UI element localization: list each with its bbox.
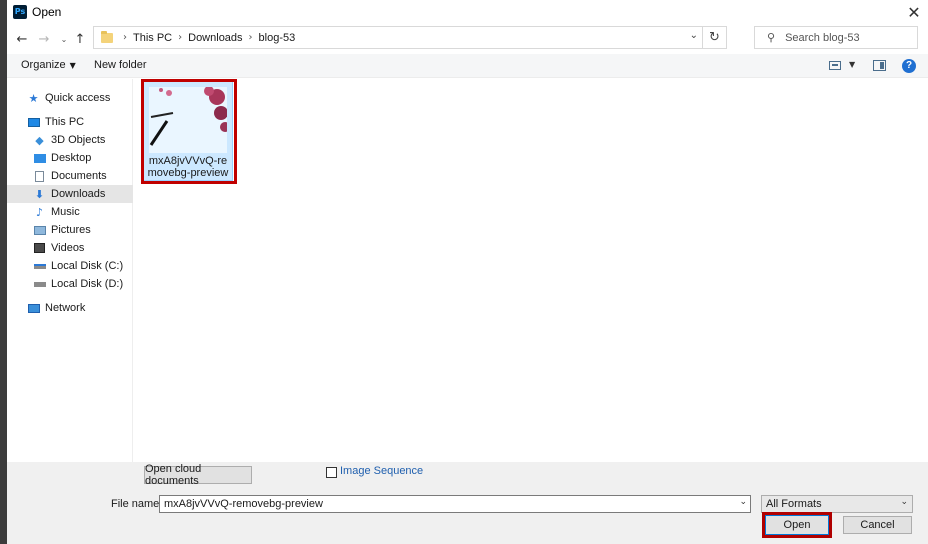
caret-down-icon: ▼ [69, 61, 76, 70]
sidebar-item-downloads[interactable]: ⬇ Downloads [7, 185, 133, 203]
window-title: Open [32, 5, 62, 19]
sidebar-item-label: Music [51, 206, 80, 218]
file-name-field[interactable]: mxA8jvVVvQ-removebg-preview ⌄ [159, 495, 751, 513]
chevron-right-icon[interactable]: › [249, 32, 253, 43]
sidebar-item-label: Desktop [51, 152, 92, 164]
video-icon [33, 242, 46, 254]
sidebar-item-label: Network [45, 302, 86, 314]
photoshop-logo-icon: Ps [13, 5, 27, 19]
music-icon: ♪ [35, 205, 44, 219]
highlight-annotation [141, 79, 237, 184]
navigation-pane: ★ Quick access This PC ◆ 3D Objects Desk… [7, 79, 133, 462]
command-bar: Organize ▼ New folder ▼ ? [7, 54, 928, 78]
sidebar-item-this-pc[interactable]: This PC [7, 113, 133, 131]
sidebar-item-label: Local Disk (C:) [51, 260, 124, 272]
breadcrumb-blog-53[interactable]: blog-53 [259, 32, 296, 44]
preview-pane-icon[interactable] [873, 60, 886, 71]
file-name-value: mxA8jvVVvQ-removebg-preview [164, 498, 323, 510]
sidebar-item-documents[interactable]: Documents [7, 167, 133, 185]
chevron-right-icon[interactable]: › [123, 32, 127, 43]
sidebar-item-label: Pictures [51, 224, 91, 236]
file-list-view[interactable]: mxA8jvVVvQ-re movebg-preview [134, 79, 928, 462]
drive-icon [33, 278, 46, 290]
file-type-select[interactable]: All Formats ⌄ [761, 495, 913, 513]
cube-icon: ◆ [35, 133, 44, 147]
sidebar-item-label: 3D Objects [51, 134, 106, 146]
picture-icon [33, 224, 46, 236]
highlight-annotation [762, 512, 832, 538]
forward-arrow-icon[interactable]: → [37, 30, 51, 48]
sidebar-item-music[interactable]: ♪ Music [7, 203, 133, 221]
dialog-footer: Open cloud documents Image Sequence File… [7, 462, 928, 544]
caret-down-icon[interactable]: ▼ [849, 60, 855, 69]
star-icon: ★ [28, 91, 39, 105]
sidebar-item-desktop[interactable]: Desktop [7, 149, 133, 167]
sidebar-item-label: This PC [45, 116, 85, 128]
search-box[interactable]: ⚲ [754, 26, 918, 49]
sidebar-item-pictures[interactable]: Pictures [7, 221, 133, 239]
sidebar-item-label: Local Disk (D:) [51, 278, 124, 290]
sidebar-item-label: Quick access [45, 92, 111, 104]
close-button[interactable]: ✕ [900, 0, 928, 24]
address-bar[interactable]: › This PC › Downloads › blog-53 ⌄ ↻ [93, 26, 727, 49]
up-arrow-icon[interactable]: ↑ [73, 30, 87, 48]
refresh-icon[interactable]: ↻ [702, 27, 726, 48]
computer-icon [27, 116, 40, 128]
breadcrumb-downloads[interactable]: Downloads [188, 32, 242, 44]
breadcrumb-this-pc[interactable]: This PC [133, 32, 172, 44]
search-input[interactable] [785, 31, 906, 44]
sidebar-item-label: Downloads [51, 188, 106, 200]
recent-locations-chevron-icon[interactable]: ⌄ [59, 30, 69, 48]
open-dialog: Ps Open ✕ ← → ⌄ ↑ › This PC › Downloads … [7, 0, 928, 544]
chevron-down-icon[interactable]: ⌄ [900, 497, 908, 507]
sidebar-item-local-disk-c[interactable]: Local Disk (C:) [7, 257, 133, 275]
file-type-value: All Formats [766, 498, 822, 510]
sidebar-item-label: Documents [51, 170, 107, 182]
sidebar-item-label: Videos [51, 242, 85, 254]
network-icon [27, 302, 40, 314]
chevron-down-icon[interactable]: ⌄ [739, 497, 747, 507]
sidebar-item-3d-objects[interactable]: ◆ 3D Objects [7, 131, 133, 149]
image-sequence-label[interactable]: Image Sequence [340, 465, 423, 477]
chevron-right-icon[interactable]: › [178, 32, 182, 43]
folder-icon [101, 30, 113, 43]
help-icon[interactable]: ? [902, 59, 916, 73]
back-arrow-icon[interactable]: ← [15, 30, 29, 48]
drive-icon [33, 260, 46, 272]
background-window-edge [0, 0, 7, 544]
file-name-field-label: File name: [111, 498, 163, 510]
sidebar-item-videos[interactable]: Videos [7, 239, 133, 257]
chevron-down-icon[interactable]: ⌄ [690, 30, 698, 41]
title-bar: Ps Open ✕ [7, 0, 928, 24]
sidebar-item-local-disk-d[interactable]: Local Disk (D:) [7, 275, 133, 293]
organize-button[interactable]: Organize ▼ [21, 59, 76, 71]
open-cloud-documents-button[interactable]: Open cloud documents [144, 463, 252, 487]
search-icon: ⚲ [767, 31, 776, 44]
sidebar-item-quick-access[interactable]: ★ Quick access [7, 89, 133, 107]
download-icon: ⬇ [34, 187, 45, 201]
view-options-icon[interactable] [829, 61, 841, 70]
new-folder-button[interactable]: New folder [94, 59, 147, 71]
document-icon [33, 170, 46, 182]
desktop-icon [33, 152, 46, 164]
organize-label: Organize [21, 59, 66, 71]
cancel-button[interactable]: Cancel [843, 516, 912, 534]
image-sequence-checkbox[interactable] [326, 467, 337, 478]
sidebar-item-network[interactable]: Network [7, 299, 133, 317]
